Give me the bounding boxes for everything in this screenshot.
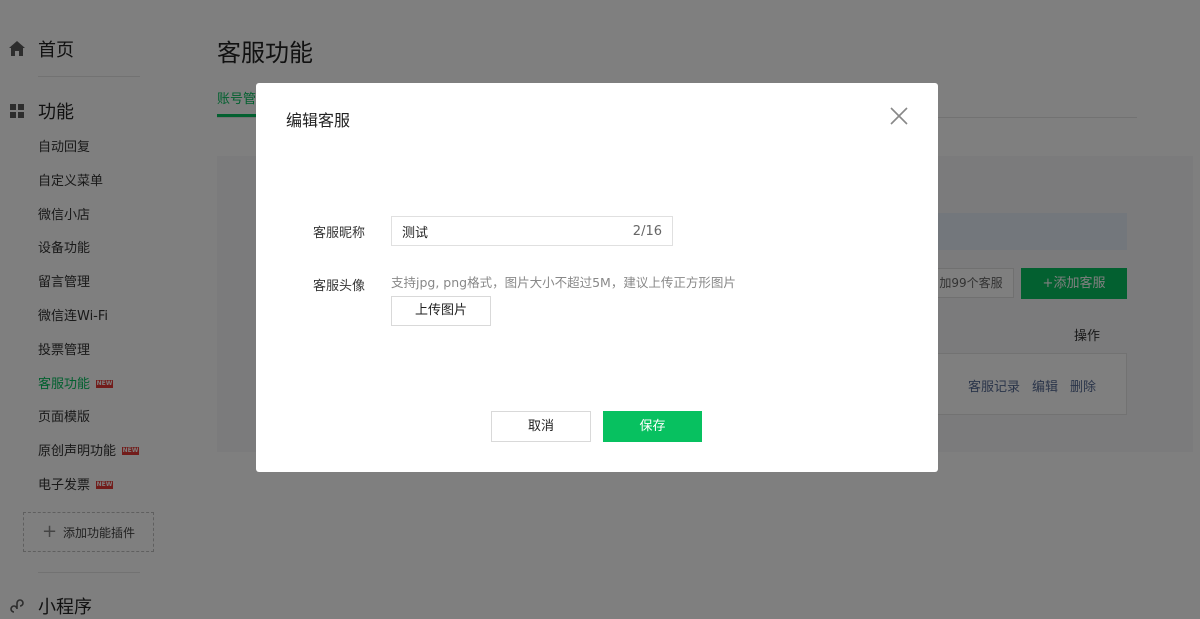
save-button[interactable]: 保存 [603, 411, 702, 442]
close-icon[interactable] [888, 105, 910, 127]
cancel-button[interactable]: 取消 [491, 411, 591, 442]
avatar-hint: 支持jpg, png格式，图片大小不超过5M，建议上传正方形图片 [391, 275, 736, 290]
upload-image-button[interactable]: 上传图片 [391, 296, 491, 326]
avatar-label: 客服头像 [313, 279, 366, 294]
nickname-input[interactable] [402, 223, 602, 239]
edit-dialog: 编辑客服 客服昵称 2/16 客服头像 支持jpg, png格式，图片大小不超过… [256, 83, 938, 472]
nickname-label: 客服昵称 [313, 226, 366, 241]
nickname-counter: 2/16 [632, 223, 662, 239]
dialog-title: 编辑客服 [286, 111, 351, 130]
nickname-field[interactable]: 2/16 [391, 216, 673, 246]
